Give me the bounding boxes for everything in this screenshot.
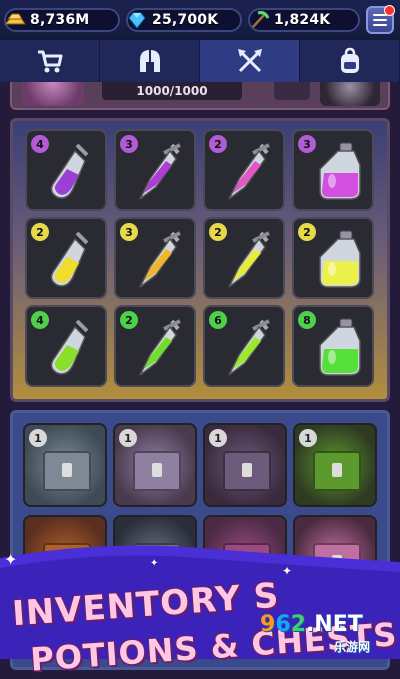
star-icon: ✦ — [150, 558, 159, 569]
chest-count-badge: 1 — [209, 429, 227, 447]
potion-slot[interactable]: 6 — [203, 305, 285, 387]
potion-slot[interactable]: 8 — [292, 305, 374, 387]
potion-slot[interactable]: 2 — [114, 305, 196, 387]
chest-count-badge: 1 — [29, 429, 47, 447]
watermark-suffix: .NET — [305, 612, 363, 637]
currency-bar: 8,736M 25,700K 1,824K — [0, 0, 400, 40]
notification-dot — [384, 5, 395, 16]
tab-battle[interactable] — [200, 40, 300, 82]
potion-slot[interactable]: 4 — [25, 305, 107, 387]
potion-slot[interactable]: 2 — [203, 129, 285, 211]
gold-bars-icon — [2, 7, 28, 33]
potion-flask-icon — [319, 142, 361, 200]
progress-text: 1000/1000 — [136, 84, 208, 98]
potion-slot[interactable]: 3 — [114, 217, 196, 299]
chest-count-badge: 1 — [299, 429, 317, 447]
potion-vial-icon — [50, 143, 89, 199]
item-thumbnail-2 — [320, 82, 380, 106]
potion-sword-icon — [139, 319, 181, 376]
category-tabs — [0, 40, 400, 82]
previous-item-row: 1000/1000 — [10, 82, 390, 110]
potion-slot[interactable]: 2 — [25, 217, 107, 299]
potion-sword-icon — [139, 231, 181, 288]
tab-equipment[interactable] — [100, 40, 200, 82]
potion-slot[interactable]: 3 — [114, 129, 196, 211]
lock-icon — [332, 463, 342, 477]
watermark-digit: 2 — [290, 612, 306, 637]
potion-slot[interactable]: 4 — [25, 129, 107, 211]
ore-counter[interactable]: 1,824K — [248, 8, 360, 32]
potion-vial-icon — [50, 319, 89, 375]
backpack-icon — [340, 47, 359, 73]
potion-slot[interactable]: 2 — [292, 217, 374, 299]
lock-icon — [152, 463, 162, 477]
chest-count-badge: 1 — [119, 429, 137, 447]
star-icon: ✦ — [282, 564, 293, 578]
gold-amount: 8,736M — [30, 12, 90, 28]
gems-icon — [124, 7, 150, 33]
chest-slot[interactable]: 1 — [293, 423, 377, 507]
lock-icon — [242, 463, 252, 477]
potion-slot[interactable]: 3 — [292, 129, 374, 211]
lock-icon — [62, 463, 72, 477]
watermark-logo: 962.NET 乐游网 — [260, 612, 392, 654]
chest-slot[interactable]: 1 — [23, 423, 107, 507]
chest-slot[interactable]: 1 — [203, 423, 287, 507]
potions-panel: 432323224268 — [10, 118, 390, 402]
potion-flask-icon — [319, 318, 361, 376]
potion-grid: 432323224268 — [25, 129, 374, 387]
crossed-arrows-icon — [237, 49, 262, 73]
potion-sword-icon — [228, 231, 270, 288]
menu-button[interactable] — [366, 5, 395, 34]
gems-amount: 25,700K — [152, 12, 219, 28]
helmet-icon — [139, 50, 160, 72]
pickaxe-ore-icon — [246, 7, 272, 33]
tab-shop[interactable] — [0, 40, 100, 82]
promo-banner: ✦ ✦ ✦ INVENTORY S POTIONS & CHESTS 962.N… — [0, 540, 400, 679]
tab-inventory[interactable] — [300, 40, 400, 82]
gold-counter[interactable]: 8,736M — [2, 7, 120, 33]
potion-sword-icon — [139, 143, 181, 200]
potion-sword-icon — [228, 143, 270, 200]
progress-bar: 1000/1000 — [102, 82, 242, 100]
potion-slot[interactable]: 2 — [203, 217, 285, 299]
gems-counter[interactable]: 25,700K — [126, 8, 242, 32]
watermark-digit: 6 — [275, 612, 291, 637]
watermark-subtitle: 乐游网 — [334, 640, 371, 654]
upgrade-button[interactable] — [274, 82, 310, 100]
potion-vial-icon — [50, 231, 89, 287]
ore-amount: 1,824K — [274, 12, 331, 28]
watermark-digit: 9 — [260, 612, 276, 637]
star-icon: ✦ — [4, 550, 18, 569]
item-thumbnail — [22, 82, 84, 106]
cart-icon — [37, 50, 62, 73]
chest-slot[interactable]: 1 — [113, 423, 197, 507]
potion-sword-icon — [228, 319, 270, 376]
hamburger-icon — [373, 14, 387, 26]
potion-flask-icon — [319, 230, 361, 288]
